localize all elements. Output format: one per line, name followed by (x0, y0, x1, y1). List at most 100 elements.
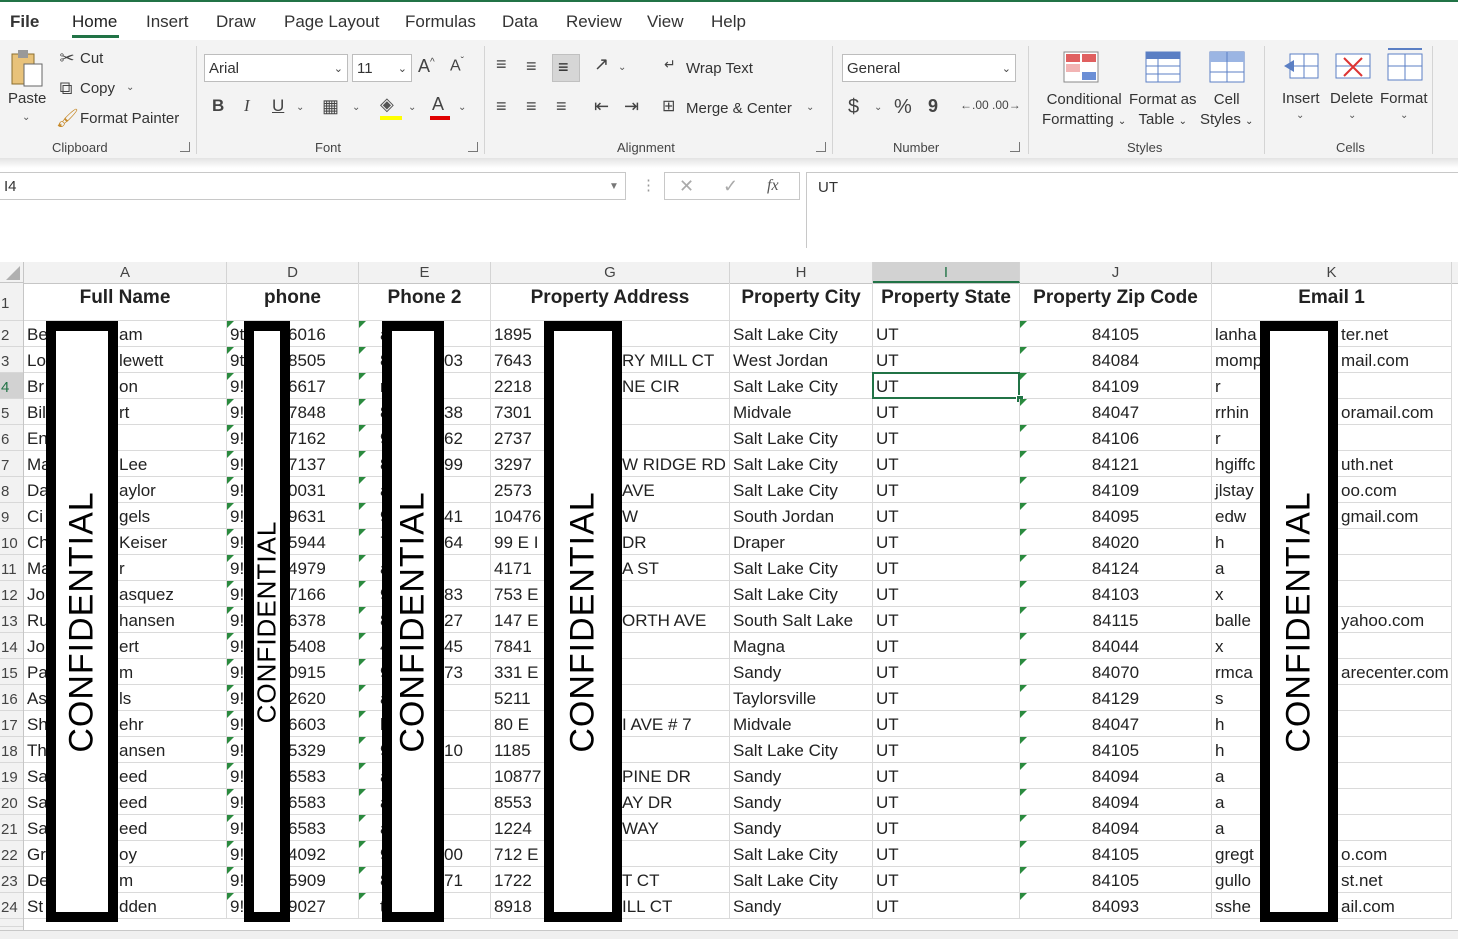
column-header-h[interactable]: H (730, 262, 873, 283)
row-header[interactable]: 3 (0, 347, 23, 373)
row-header[interactable]: 10 (0, 529, 23, 555)
row-header[interactable]: 22 (0, 841, 23, 867)
property-zip-code-cell[interactable]: 84129 (1020, 685, 1212, 711)
alignment-launcher-icon[interactable] (816, 142, 826, 152)
property-state-cell[interactable]: UT (873, 503, 1020, 529)
wrap-text-button[interactable]: Wrap Text (686, 60, 753, 77)
row-header[interactable]: 14 (0, 633, 23, 659)
row-header[interactable]: 5 (0, 399, 23, 425)
header-cell-phone[interactable]: phone (227, 283, 359, 321)
conditional-formatting-button[interactable]: Conditional Formatting ⌄ (1042, 90, 1126, 132)
bold-button[interactable]: B (212, 96, 224, 116)
row-header[interactable]: 11 (0, 555, 23, 581)
row-header[interactable]: 15 (0, 659, 23, 685)
property-zip-code-cell[interactable]: 84124 (1020, 555, 1212, 581)
font-launcher-icon[interactable] (468, 142, 478, 152)
property-city-cell[interactable]: Sandy (730, 893, 873, 919)
formula-input[interactable]: UT (806, 172, 1458, 248)
merge-dropdown-icon[interactable]: ⌄ (806, 102, 814, 113)
column-header-g[interactable]: G (491, 262, 730, 283)
property-zip-code-cell[interactable]: 84105 (1020, 737, 1212, 763)
row-header[interactable]: 4 (0, 373, 23, 399)
column-header-j[interactable]: J (1020, 262, 1212, 283)
property-city-cell[interactable]: Salt Lake City (730, 555, 873, 581)
property-city-cell[interactable]: Salt Lake City (730, 841, 873, 867)
property-zip-code-cell[interactable]: 84094 (1020, 815, 1212, 841)
align-bottom-button[interactable]: ≡ (552, 54, 580, 82)
property-state-cell[interactable]: UT (873, 633, 1020, 659)
font-color-icon[interactable]: A (432, 94, 444, 115)
font-color-dropdown-icon[interactable]: ⌄ (458, 102, 466, 113)
font-name-combo[interactable]: Arial ⌄ (204, 54, 348, 82)
column-header-k[interactable]: K (1212, 262, 1452, 283)
header-cell-email-1[interactable]: Email 1 (1212, 283, 1452, 321)
property-state-cell[interactable]: UT (873, 399, 1020, 425)
property-zip-code-cell[interactable]: 84105 (1020, 321, 1212, 347)
tab-help[interactable]: Help (711, 12, 746, 32)
fill-color-icon[interactable]: ◈ (380, 94, 394, 115)
property-zip-code-cell[interactable]: 84094 (1020, 789, 1212, 815)
currency-dropdown-icon[interactable]: ⌄ (874, 102, 882, 113)
tab-file[interactable]: File (10, 12, 39, 32)
row-header[interactable]: 7 (0, 451, 23, 477)
format-cells-icon[interactable] (1386, 46, 1424, 84)
header-cell-full-name[interactable]: Full Name (24, 283, 227, 321)
chevron-down-icon[interactable]: ⌄ (1400, 110, 1408, 121)
cancel-icon[interactable]: ✕ (679, 176, 694, 197)
align-top-icon[interactable]: ≡ (496, 54, 507, 75)
row-header[interactable]: 9 (0, 503, 23, 529)
delete-cells-button[interactable]: Delete (1330, 90, 1373, 107)
column-header-a[interactable]: A (24, 262, 227, 283)
property-state-cell[interactable]: UT (873, 815, 1020, 841)
borders-dropdown-icon[interactable]: ⌄ (352, 102, 360, 113)
property-state-cell[interactable]: UT (873, 737, 1020, 763)
row-header[interactable]: 16 (0, 685, 23, 711)
header-cell-property-zip-code[interactable]: Property Zip Code (1020, 283, 1212, 321)
property-city-cell[interactable]: South Jordan (730, 503, 873, 529)
row-header[interactable]: 6 (0, 425, 23, 451)
tab-home[interactable]: Home (72, 12, 117, 32)
property-state-cell[interactable]: UT (873, 321, 1020, 347)
worksheet-grid[interactable]: Full Name phone Phone 2 Property Address Pro… (24, 283, 1458, 938)
cell-styles-icon[interactable] (1208, 50, 1246, 84)
property-city-cell[interactable]: Salt Lake City (730, 425, 873, 451)
row-header[interactable]: 1 (0, 283, 23, 321)
paste-dropdown-icon[interactable]: ⌄ (22, 112, 30, 123)
property-zip-code-cell[interactable]: 84095 (1020, 503, 1212, 529)
tab-review[interactable]: Review (566, 12, 622, 32)
property-zip-code-cell[interactable]: 84044 (1020, 633, 1212, 659)
name-box[interactable]: I4 (0, 172, 626, 200)
property-state-cell[interactable]: UT (873, 425, 1020, 451)
enter-icon[interactable]: ✓ (723, 176, 738, 197)
decrease-indent-icon[interactable]: ⇤ (594, 96, 609, 117)
tab-draw[interactable]: Draw (216, 12, 256, 32)
property-city-cell[interactable]: Salt Lake City (730, 867, 873, 893)
cell-styles-button[interactable]: Cell Styles ⌄ (1200, 90, 1253, 132)
property-zip-code-cell[interactable]: 84105 (1020, 841, 1212, 867)
property-city-cell[interactable]: South Salt Lake (730, 607, 873, 633)
tab-data[interactable]: Data (502, 12, 538, 32)
property-city-cell[interactable]: Sandy (730, 789, 873, 815)
property-state-cell[interactable]: UT (873, 841, 1020, 867)
row-header[interactable]: 12 (0, 581, 23, 607)
row-header[interactable]: 24 (0, 893, 23, 919)
property-city-cell[interactable]: Sandy (730, 659, 873, 685)
property-state-cell[interactable]: UT (873, 451, 1020, 477)
conditional-formatting-icon[interactable] (1062, 50, 1100, 84)
property-city-cell[interactable]: Sandy (730, 815, 873, 841)
property-state-cell[interactable]: UT (873, 347, 1020, 373)
align-center-icon[interactable]: ≡ (526, 96, 537, 117)
underline-button[interactable]: U (272, 96, 284, 116)
property-city-cell[interactable]: Salt Lake City (730, 321, 873, 347)
property-city-cell[interactable]: Draper (730, 529, 873, 555)
align-right-icon[interactable]: ≡ (556, 96, 567, 117)
property-state-cell[interactable]: UT (873, 659, 1020, 685)
property-city-cell[interactable]: Salt Lake City (730, 451, 873, 477)
header-cell-property-state[interactable]: Property State (873, 283, 1020, 321)
property-zip-code-cell[interactable]: 84106 (1020, 425, 1212, 451)
property-zip-code-cell[interactable]: 84109 (1020, 477, 1212, 503)
increase-decimal-button[interactable]: ←.00 (960, 98, 989, 112)
property-zip-code-cell[interactable]: 84047 (1020, 711, 1212, 737)
tab-page-layout[interactable]: Page Layout (284, 12, 379, 32)
row-header[interactable]: 20 (0, 789, 23, 815)
